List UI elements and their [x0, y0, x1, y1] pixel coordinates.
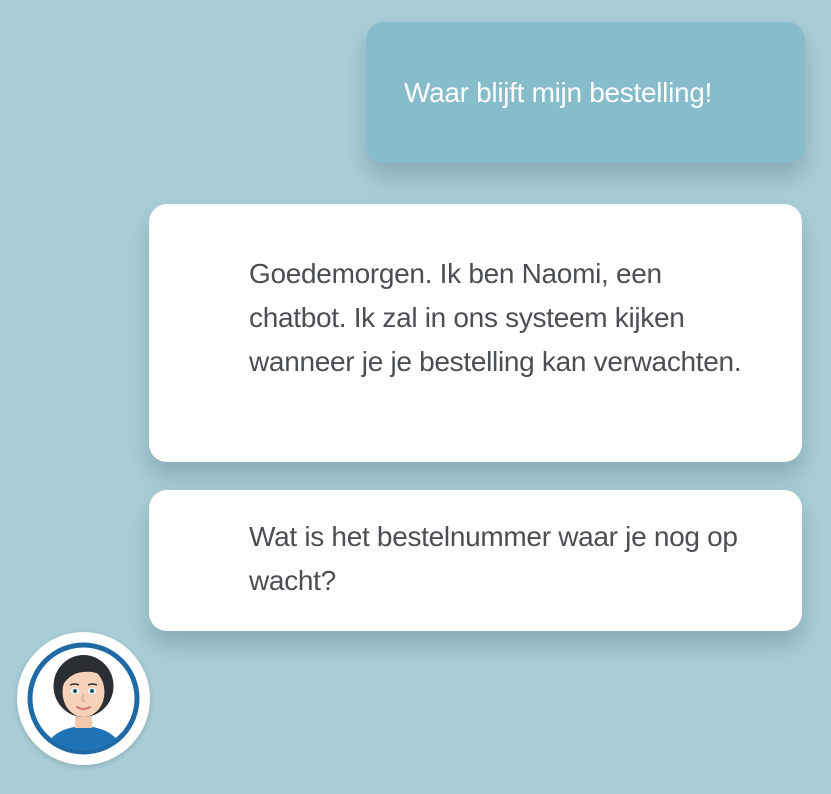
chat-window: Waar blijft mijn bestelling! Goedemorgen…: [0, 0, 831, 794]
bot-message-text: Wat is het bestelnummer waar je nog op w…: [249, 521, 738, 596]
bot-avatar-icon: [27, 642, 140, 755]
user-message-text: Waar blijft mijn bestelling!: [404, 76, 713, 108]
bot-avatar[interactable]: [17, 632, 150, 765]
bot-message-bubble: Goedemorgen. Ik ben Naomi, een chatbot. …: [149, 204, 802, 462]
user-message-bubble: Waar blijft mijn bestelling!: [366, 22, 805, 163]
bot-message-bubble: Wat is het bestelnummer waar je nog op w…: [149, 490, 802, 631]
bot-message-text: Goedemorgen. Ik ben Naomi, een chatbot. …: [249, 258, 742, 377]
